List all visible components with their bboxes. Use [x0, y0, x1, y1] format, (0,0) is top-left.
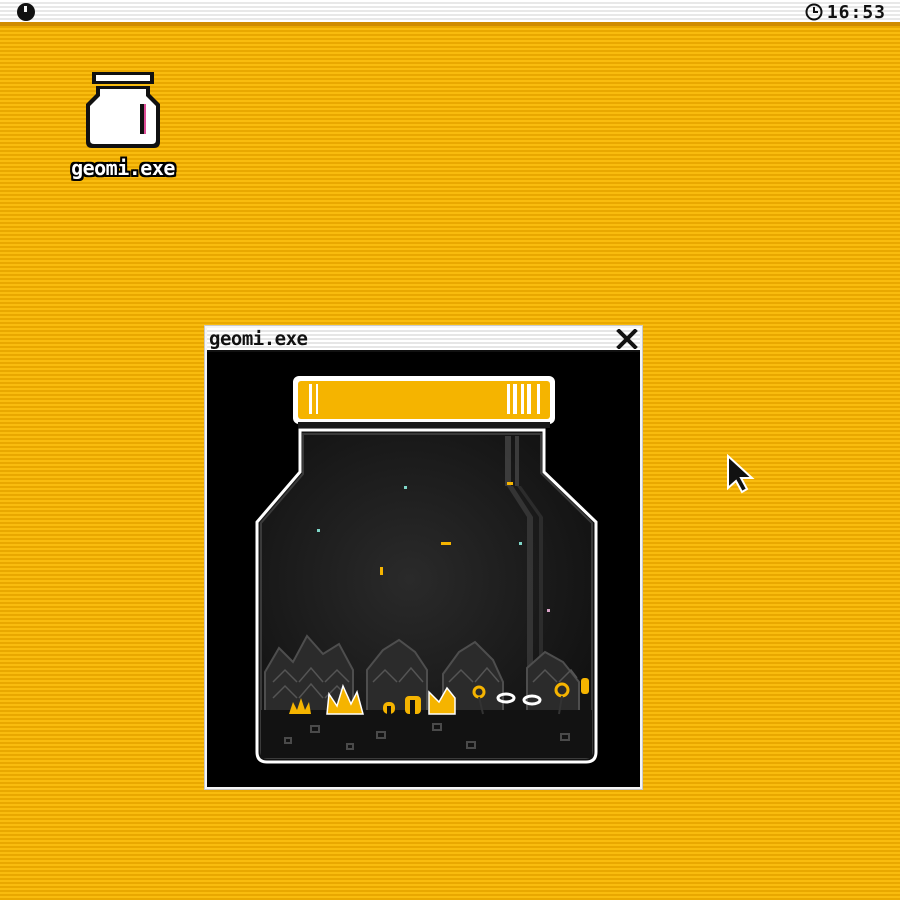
desktop-icon-label: geomi.exe: [71, 156, 175, 180]
mouse-pointer-icon: [727, 454, 755, 494]
menu-bar: 16:53: [0, 0, 900, 26]
jar-lid: [293, 376, 555, 428]
window-titlebar[interactable]: geomi.exe: [207, 328, 640, 352]
close-icon[interactable]: [616, 329, 638, 349]
soil: [261, 710, 592, 758]
clock-icon: [805, 3, 823, 21]
jar-scene: [255, 376, 598, 764]
terrarium-canvas[interactable]: [207, 352, 640, 787]
system-menu-icon[interactable]: [17, 3, 35, 21]
jar-icon: [86, 72, 160, 148]
desktop-icon-geomi[interactable]: geomi.exe: [60, 68, 186, 188]
window-title: geomi.exe: [209, 328, 308, 350]
clock-time: 16:53: [826, 1, 886, 23]
app-window: geomi.exe: [205, 326, 642, 789]
clock: 16:53: [805, 1, 886, 23]
